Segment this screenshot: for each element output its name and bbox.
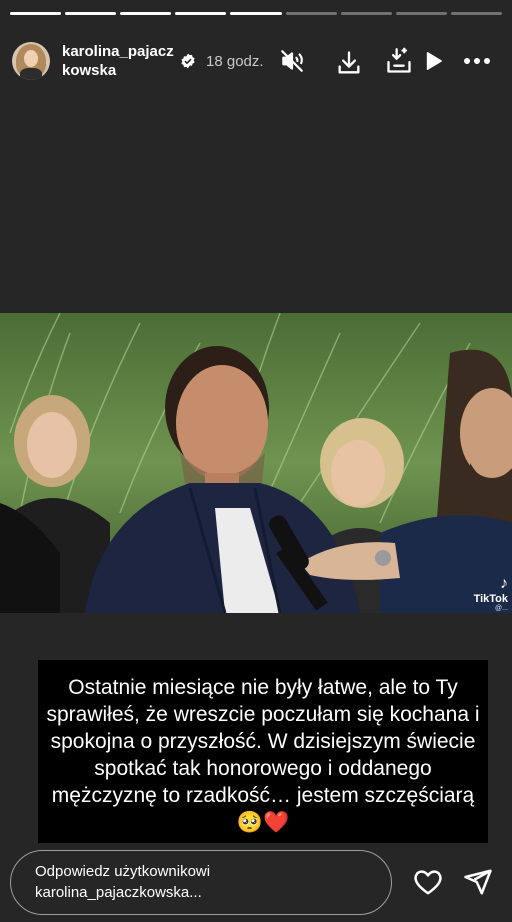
progress-segment	[395, 12, 447, 15]
progress-segment	[340, 12, 392, 15]
more-options-icon[interactable]	[462, 46, 492, 76]
caption-text: Ostatnie miesiące nie były łatwe, ale to…	[46, 676, 480, 834]
username[interactable]: karolina_pajaczkowska	[62, 42, 174, 80]
reply-placeholder-line2: karolina_pajaczkowska...	[35, 884, 202, 901]
progress-segment	[10, 12, 62, 15]
watermark-handle: @...	[495, 605, 508, 612]
progress-segment	[175, 12, 227, 15]
save-icon[interactable]	[384, 46, 414, 76]
progress-segment	[285, 12, 337, 15]
story-video[interactable]: ♪ TikTok @...	[0, 313, 512, 613]
story-caption: Ostatnie miesiące nie były łatwe, ale to…	[38, 660, 488, 843]
send-icon[interactable]	[462, 866, 494, 898]
progress-segment	[65, 12, 117, 15]
watermark-label: TikTok	[473, 593, 508, 605]
download-icon[interactable]	[334, 48, 364, 78]
verified-badge-icon	[181, 53, 195, 69]
speaker-muted-icon[interactable]	[277, 46, 307, 76]
progress-segment	[450, 12, 502, 15]
story-progress-bar	[10, 12, 502, 15]
story-header: karolina_pajaczkowska 18 godz.	[12, 38, 500, 84]
progress-segment	[120, 12, 172, 15]
tiktok-watermark: ♪ TikTok @...	[473, 575, 508, 612]
avatar[interactable]	[12, 42, 50, 80]
video-frame	[0, 313, 512, 613]
heart-icon[interactable]	[412, 866, 444, 898]
post-time: 18 godz.	[206, 52, 264, 70]
progress-segment	[230, 12, 282, 15]
reply-placeholder-line1: Odpowiedz użytkownikowi	[35, 863, 211, 880]
play-icon[interactable]	[418, 46, 448, 76]
reply-input[interactable]: Odpowiedz użytkownikowi karolina_pajaczk…	[10, 850, 392, 915]
